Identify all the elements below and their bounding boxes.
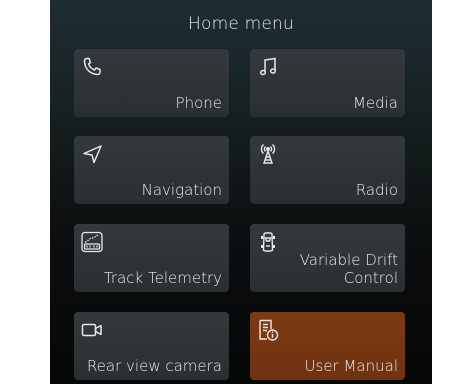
manual-info-icon — [256, 318, 280, 342]
tile-label: User Manual — [304, 357, 398, 375]
tile-phone[interactable]: Phone — [74, 49, 229, 117]
tile-label: Navigation — [141, 181, 222, 199]
tile-navigation[interactable]: Navigation — [74, 136, 229, 204]
tile-label: Media — [352, 94, 398, 112]
telemetry-gauge-icon — [80, 230, 104, 254]
tile-label: Track Telemetry — [103, 269, 222, 287]
radio-tower-icon — [256, 142, 280, 166]
tile-label: Phone — [175, 94, 222, 112]
camera-icon — [80, 318, 104, 342]
tile-rear-view-camera[interactable]: Rear view camera — [74, 312, 229, 380]
tile-label: Variable Drift Control — [299, 251, 398, 287]
tile-track-telemetry[interactable]: Track Telemetry — [74, 224, 229, 292]
page-title: Home menu — [188, 14, 294, 34]
tile-user-manual[interactable]: User Manual — [250, 312, 405, 380]
phone-icon — [80, 55, 104, 79]
tile-label: Radio — [355, 181, 398, 199]
home-screen: Home menu Phone Media Navigation Radio T… — [50, 0, 432, 384]
tile-variable-drift-control[interactable]: Variable Drift Control — [250, 224, 405, 292]
tile-radio[interactable]: Radio — [250, 136, 405, 204]
tile-media[interactable]: Media — [250, 49, 405, 117]
navigation-arrow-icon — [80, 142, 104, 166]
car-top-view-icon — [256, 230, 280, 254]
music-note-icon — [256, 55, 280, 79]
tile-label: Rear view camera — [86, 357, 222, 375]
